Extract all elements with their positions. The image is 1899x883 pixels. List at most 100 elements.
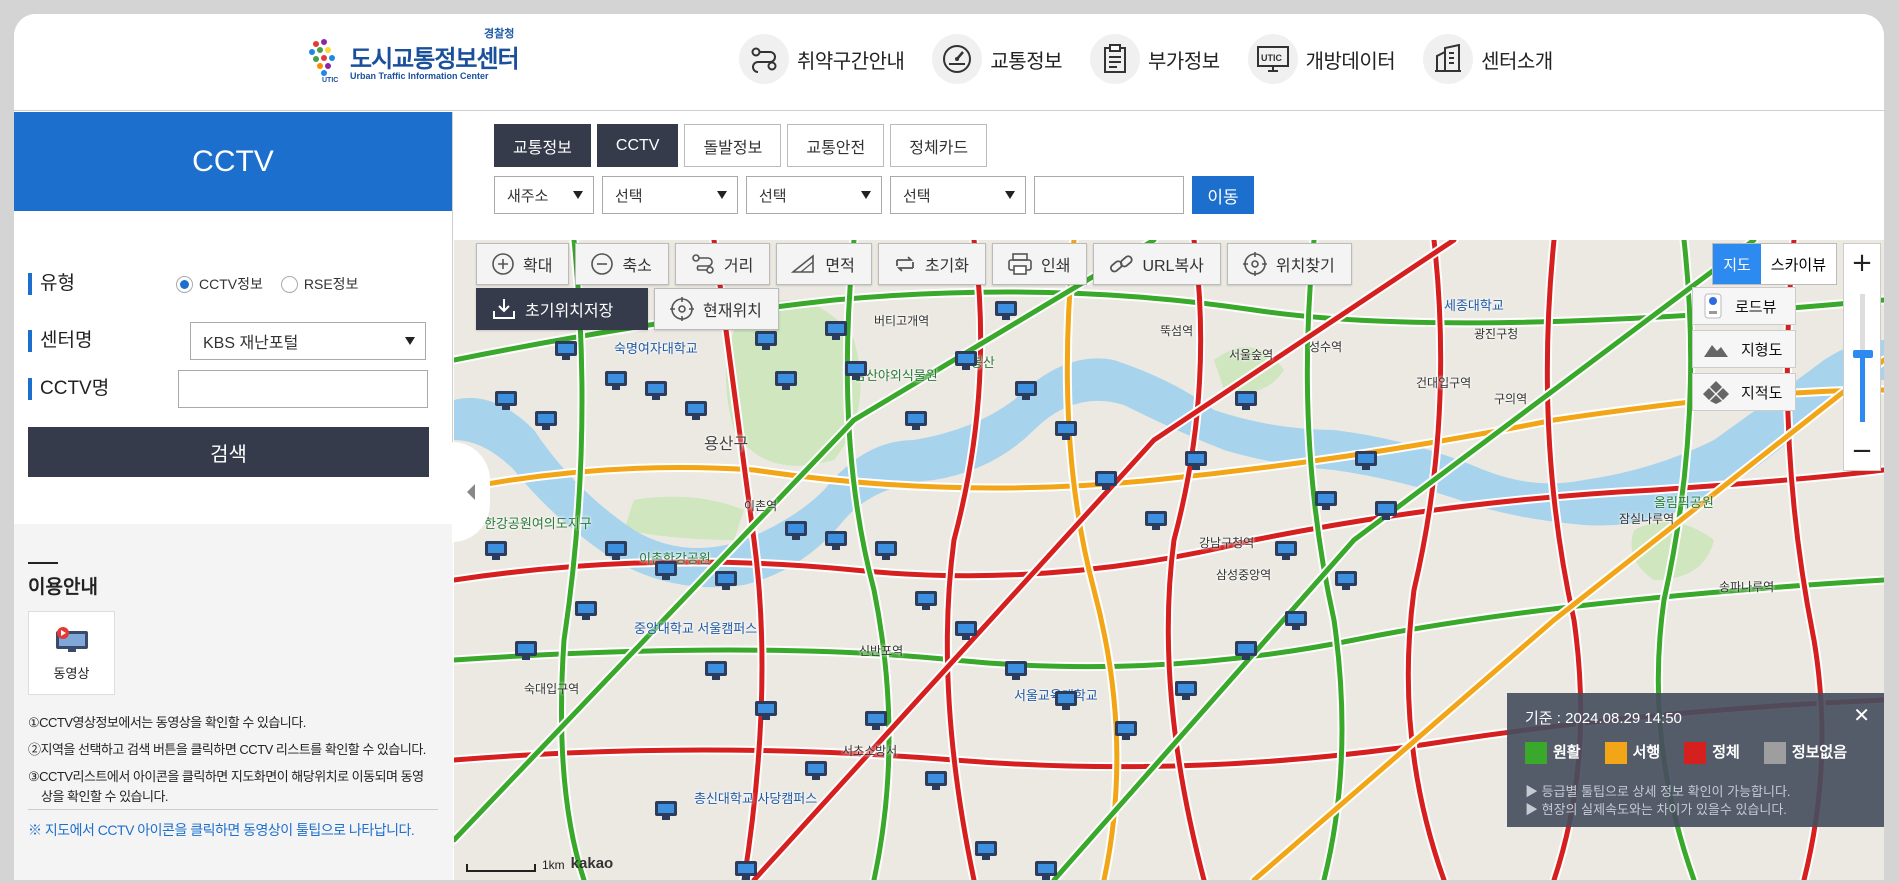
cctv-camera-icon[interactable]	[1054, 690, 1078, 712]
tab-incident[interactable]: 돌발정보	[684, 124, 782, 167]
cctv-camera-icon[interactable]	[714, 570, 738, 592]
radio-cctv[interactable]: CCTV정보	[176, 274, 263, 294]
map-tool-print[interactable]: 인쇄	[991, 243, 1088, 285]
region-select-2[interactable]: 선택	[746, 176, 882, 214]
cctv-camera-icon[interactable]	[1054, 420, 1078, 442]
region-select-3[interactable]: 선택	[890, 176, 1026, 214]
address-input[interactable]	[1034, 176, 1184, 214]
map-label-sookmyung: 숙명여자대학교	[614, 341, 698, 356]
region-select-1[interactable]: 선택	[602, 176, 738, 214]
map-tool-zoom-in[interactable]: 확대	[476, 243, 570, 285]
layer-roadview[interactable]: 로드뷰	[1692, 287, 1796, 325]
map-type-map[interactable]: 지도	[1713, 244, 1761, 284]
cctv-camera-icon[interactable]	[654, 560, 678, 582]
map-tool-save-initial[interactable]: 초기위치저장	[476, 288, 648, 330]
logo[interactable]: UTIC 경찰청 도시교통정보센터 Urban Traffic Informat…	[308, 22, 528, 86]
zoom-in-button[interactable]: +	[1844, 244, 1880, 282]
map-tool-zoom-out[interactable]: 축소	[575, 243, 669, 285]
cctv-camera-icon[interactable]	[604, 370, 628, 392]
close-icon[interactable]: ✕	[1853, 703, 1870, 727]
cctv-camera-icon[interactable]	[514, 640, 538, 662]
cctv-camera-icon[interactable]	[1274, 540, 1298, 562]
zoom-handle[interactable]	[1853, 350, 1873, 358]
tab-traffic-info[interactable]: 교통정보	[494, 124, 591, 167]
tab-congestion-card[interactable]: 정체카드	[890, 124, 988, 167]
cctv-camera-icon[interactable]	[704, 660, 728, 682]
video-button[interactable]: 동영상	[28, 611, 115, 695]
cctv-camera-icon[interactable]	[684, 400, 708, 422]
legend-item-label: 서행	[1632, 744, 1661, 761]
cctv-camera-icon[interactable]	[554, 340, 578, 362]
cctv-camera-icon[interactable]	[874, 540, 898, 562]
map-tool-area[interactable]: 면적	[776, 243, 872, 285]
cctv-camera-icon[interactable]	[824, 320, 848, 342]
cctv-camera-icon[interactable]	[1284, 610, 1308, 632]
map-tool-current-location[interactable]: 현재위치	[654, 288, 779, 330]
cctv-camera-icon[interactable]	[1234, 640, 1258, 662]
cctv-camera-icon[interactable]	[734, 860, 758, 880]
cctv-camera-icon[interactable]	[1094, 470, 1118, 492]
move-button[interactable]: 이동	[1192, 176, 1254, 214]
cctv-camera-icon[interactable]	[974, 840, 998, 862]
nav-item-traffic-info[interactable]: 교통정보	[932, 31, 1063, 87]
cctv-camera-icon[interactable]	[1314, 490, 1338, 512]
cctv-camera-icon[interactable]	[644, 380, 668, 402]
cctv-camera-icon[interactable]	[1004, 660, 1028, 682]
cctv-camera-icon[interactable]	[754, 330, 778, 352]
cctv-camera-icon[interactable]	[1184, 450, 1208, 472]
cctv-camera-icon[interactable]	[654, 800, 678, 822]
caret-down-icon	[405, 337, 415, 345]
nav-label: 부가정보	[1148, 50, 1220, 73]
cctv-camera-icon[interactable]	[844, 360, 868, 382]
cctv-camera-icon[interactable]	[604, 540, 628, 562]
cctv-camera-icon[interactable]	[754, 700, 778, 722]
map-tool-reset[interactable]: 초기화	[877, 243, 986, 285]
cctv-camera-icon[interactable]	[824, 530, 848, 552]
cctv-camera-icon[interactable]	[484, 540, 508, 562]
cctv-camera-icon[interactable]	[864, 710, 888, 732]
guide-title: 이용안내	[28, 577, 98, 598]
cctv-camera-icon[interactable]	[994, 300, 1018, 322]
cctv-camera-icon[interactable]	[914, 590, 938, 612]
cctv-camera-icon[interactable]	[954, 620, 978, 642]
cctv-camera-icon[interactable]	[924, 770, 948, 792]
nav-item-open-data[interactable]: UTIC 개방데이터	[1247, 31, 1396, 87]
address-type-select[interactable]: 새주소	[494, 176, 594, 214]
map-tool-url-copy[interactable]: URL복사	[1093, 243, 1221, 285]
tab-cctv[interactable]: CCTV	[596, 124, 679, 167]
cctv-camera-icon[interactable]	[1144, 510, 1168, 532]
cctv-camera-icon[interactable]	[1034, 860, 1058, 880]
search-button[interactable]: 검색	[28, 427, 429, 477]
cctv-camera-icon[interactable]	[1234, 390, 1258, 412]
zoom-out-button[interactable]: −	[1844, 432, 1880, 470]
cctv-camera-icon[interactable]	[1354, 450, 1378, 472]
cctv-camera-icon[interactable]	[1374, 500, 1398, 522]
center-select[interactable]: KBS 재난포털	[190, 322, 426, 360]
cctv-camera-icon[interactable]	[1174, 680, 1198, 702]
cctv-camera-icon[interactable]	[1114, 720, 1138, 742]
layer-cadastral[interactable]: 지적도	[1692, 373, 1796, 411]
map-tool-distance[interactable]: 거리	[674, 243, 771, 285]
layer-terrain[interactable]: 지형도	[1692, 330, 1796, 368]
cctv-camera-icon[interactable]	[954, 350, 978, 372]
cctv-name-input[interactable]	[178, 370, 428, 408]
chevron-left-icon	[467, 484, 475, 500]
nav-item-center-intro[interactable]: 센터소개	[1423, 31, 1553, 87]
cctv-camera-icon[interactable]	[804, 760, 828, 782]
cctv-camera-icon[interactable]	[1014, 380, 1038, 402]
map-tool-locate[interactable]: 위치찾기	[1226, 243, 1352, 285]
nav-item-weak-sections[interactable]: 취약구간안내	[739, 31, 905, 87]
cctv-camera-icon[interactable]	[494, 390, 518, 412]
map-type-skyview[interactable]: 스카이뷰	[1761, 244, 1836, 284]
nav-item-extra-info[interactable]: 부가정보	[1090, 31, 1220, 87]
cctv-camera-icon[interactable]	[904, 410, 928, 432]
cctv-camera-icon[interactable]	[534, 410, 558, 432]
tab-safety[interactable]: 교통안전	[787, 124, 885, 167]
cctv-camera-icon[interactable]	[774, 370, 798, 392]
traffic-map[interactable]: 용산구 숙명여자대학교 남산야외식물원 매봉산 이촌역 이촌한강공원 한강공원여…	[454, 240, 1884, 880]
cctv-camera-icon[interactable]	[1334, 570, 1358, 592]
cctv-camera-icon[interactable]	[784, 520, 808, 542]
map-label-sukdae: 숙대입구역	[524, 682, 580, 696]
radio-rse[interactable]: RSE정보	[280, 274, 358, 294]
cctv-camera-icon[interactable]	[574, 600, 598, 622]
